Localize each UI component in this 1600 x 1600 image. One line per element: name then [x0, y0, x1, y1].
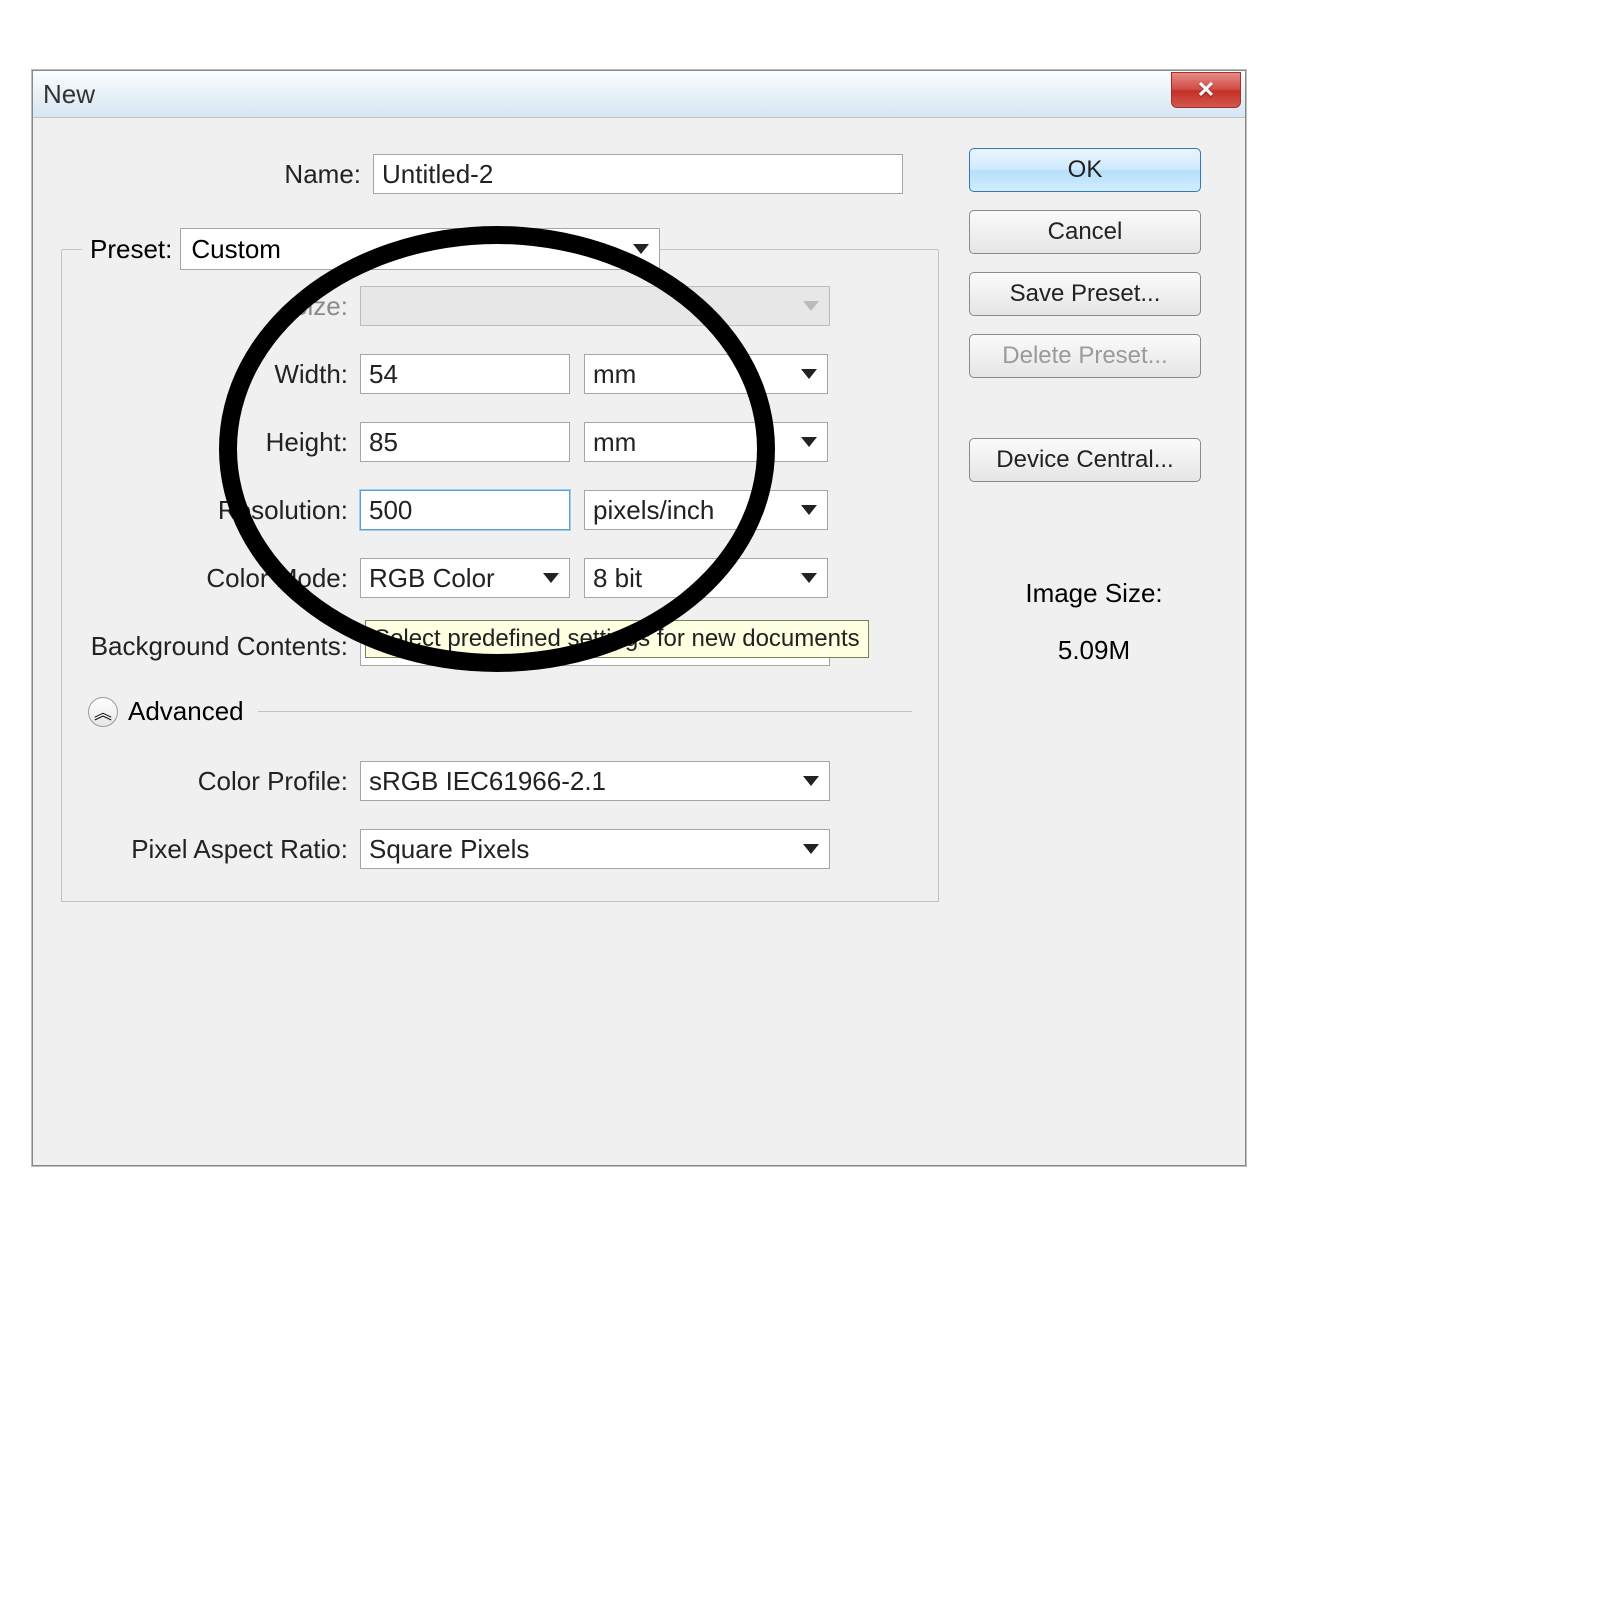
color-depth-value: 8 bit — [593, 563, 642, 594]
color-mode-label: Color Mode: — [88, 563, 348, 594]
background-label: Background Contents: — [88, 631, 348, 662]
image-size-value: 5.09M — [969, 635, 1219, 666]
height-input[interactable] — [360, 422, 570, 462]
pixel-aspect-dropdown[interactable]: Square Pixels — [360, 829, 830, 869]
chevron-down-icon — [801, 505, 817, 515]
close-icon: ✕ — [1197, 77, 1215, 103]
chevron-down-icon — [801, 437, 817, 447]
height-unit-dropdown[interactable]: mm — [584, 422, 828, 462]
width-unit-value: mm — [593, 359, 636, 390]
resolution-label: Resolution: — [88, 495, 348, 526]
preset-tooltip: Select predefined settings for new docum… — [365, 620, 869, 658]
name-input[interactable] — [373, 154, 903, 194]
height-label: Height: — [88, 427, 348, 458]
color-profile-dropdown[interactable]: sRGB IEC61966-2.1 — [360, 761, 830, 801]
pixel-aspect-label: Pixel Aspect Ratio: — [88, 834, 348, 865]
titlebar: New ✕ — [33, 71, 1245, 118]
chevron-down-icon — [803, 776, 819, 786]
new-document-dialog: New ✕ Name: Preset: Custom — [32, 70, 1246, 1166]
ok-button[interactable]: OK — [969, 148, 1201, 192]
size-dropdown — [360, 286, 830, 326]
width-input[interactable] — [360, 354, 570, 394]
chevron-down-icon — [633, 244, 649, 254]
chevron-down-icon — [801, 573, 817, 583]
height-unit-value: mm — [593, 427, 636, 458]
resolution-input[interactable] — [360, 490, 570, 530]
delete-preset-button: Delete Preset... — [969, 334, 1201, 378]
preset-value: Custom — [191, 234, 281, 265]
width-label: Width: — [88, 359, 348, 390]
close-button[interactable]: ✕ — [1171, 72, 1241, 108]
chevron-down-icon — [801, 369, 817, 379]
preset-label: Preset: — [82, 234, 180, 265]
window-title: New — [43, 79, 95, 110]
double-chevron-up-icon: ︽ — [94, 699, 112, 725]
resolution-unit-value: pixels/inch — [593, 495, 714, 526]
advanced-toggle[interactable]: ︽ — [88, 697, 118, 727]
image-size-label: Image Size: — [969, 578, 1219, 609]
color-mode-value: RGB Color — [369, 563, 495, 594]
chevron-down-icon — [543, 573, 559, 583]
device-central-button[interactable]: Device Central... — [969, 438, 1201, 482]
preset-dropdown[interactable]: Custom — [180, 228, 660, 270]
color-profile-value: sRGB IEC61966-2.1 — [369, 766, 606, 797]
pixel-aspect-value: Square Pixels — [369, 834, 529, 865]
size-label: Size: — [88, 291, 348, 322]
cancel-button[interactable]: Cancel — [969, 210, 1201, 254]
save-preset-button[interactable]: Save Preset... — [969, 272, 1201, 316]
chevron-down-icon — [803, 301, 819, 311]
divider — [258, 711, 912, 712]
color-mode-dropdown[interactable]: RGB Color — [360, 558, 570, 598]
name-label: Name: — [61, 159, 361, 190]
resolution-unit-dropdown[interactable]: pixels/inch — [584, 490, 828, 530]
width-unit-dropdown[interactable]: mm — [584, 354, 828, 394]
color-profile-label: Color Profile: — [88, 766, 348, 797]
advanced-label: Advanced — [128, 696, 244, 727]
color-depth-dropdown[interactable]: 8 bit — [584, 558, 828, 598]
chevron-down-icon — [803, 844, 819, 854]
